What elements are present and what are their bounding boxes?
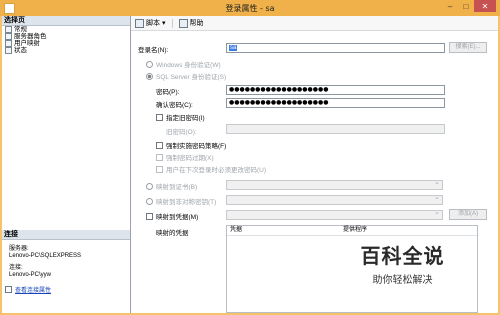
specify-old-password-checkbox[interactable] (156, 113, 163, 121)
server-label: 服务器: (9, 246, 29, 252)
login-name-label: 登录名(N): (138, 47, 169, 54)
add-button[interactable]: 添加(A) (449, 209, 487, 220)
enforce-policy-option[interactable]: 强制实施密码策略(F) (156, 140, 226, 150)
grid-header-row: 凭据 提供程序 (227, 226, 477, 236)
page-icon (5, 40, 12, 47)
connection-label: 连接: (9, 265, 23, 271)
map-certificate-radio[interactable] (146, 182, 153, 190)
minimize-button[interactable]: – (442, 0, 458, 12)
toolbar-separator (171, 18, 173, 28)
window-title: 登录属性 - sa (225, 4, 275, 13)
credential-dropdown[interactable] (226, 208, 443, 220)
left-pane: 选择页 常规 服务器角色 用户映射 状态 连接 服务器: Lenovo-PC\S… (2, 16, 131, 313)
must-change-option[interactable]: 用户在下次登录时必须更改密码(U) (156, 164, 266, 174)
help-button[interactable]: 帮助 (178, 18, 204, 28)
view-connection-properties-link[interactable]: 查看连接属性 (15, 285, 51, 294)
map-credential-checkbox[interactable] (146, 212, 153, 220)
asymmetric-key-dropdown[interactable] (226, 193, 443, 205)
watermark-title: 百科全说 (360, 244, 445, 268)
password-input[interactable]: ●●●●●●●●●●●●●●●●●●● (226, 85, 445, 95)
mapped-credentials-label: 映射的凭据 (156, 230, 189, 237)
enforce-expiry-option[interactable]: 强制密码过期(X) (156, 152, 214, 162)
search-button[interactable]: 搜索(E)... (449, 42, 487, 53)
confirm-password-label: 确认密码(C): (156, 102, 193, 109)
windows-auth-radio[interactable] (146, 60, 153, 68)
old-password-label: 旧密码(O): (166, 129, 197, 136)
connection-value: Lenovo-PC\yyw (9, 272, 52, 278)
grid-header-provider[interactable]: 提供程序 (340, 226, 367, 235)
chevron-down-icon: ▾ (162, 20, 166, 27)
confirm-password-input[interactable]: ●●●●●●●●●●●●●●●●●●● (226, 98, 445, 108)
page-general[interactable]: 常规 (2, 26, 130, 33)
page-status[interactable]: 状态 (2, 47, 130, 54)
sql-auth-option[interactable]: SQL Server 身份验证(S) (146, 71, 226, 81)
connection-properties-icon (5, 286, 12, 293)
map-credential-option[interactable]: 映射到凭据(M) (146, 211, 198, 221)
page-icon (5, 47, 12, 54)
password-label: 密码(P): (156, 89, 180, 96)
script-button[interactable]: 脚本 ▾ (135, 18, 166, 28)
connection-header: 连接 (2, 230, 130, 240)
help-icon (178, 18, 188, 28)
enforce-policy-checkbox[interactable] (156, 141, 163, 149)
sql-auth-radio[interactable] (146, 72, 153, 80)
close-button[interactable]: ✕ (474, 0, 496, 12)
old-password-input[interactable] (226, 124, 445, 134)
title-bar[interactable]: 登录属性 - sa – □ ✕ (0, 0, 500, 16)
enforce-expiry-checkbox[interactable] (156, 153, 163, 161)
watermark-subtitle: 助你轻松解决 (372, 275, 433, 286)
select-page-header: 选择页 (2, 16, 130, 26)
toolbar: 脚本 ▾ 帮助 (131, 16, 498, 31)
server-value: Lenovo-PC\SQLEXPRESS (9, 253, 82, 259)
window: 登录属性 - sa – □ ✕ 选择页 常规 服务器角色 用户映射 状态 连接 … (0, 0, 500, 315)
map-asymmetric-key-radio[interactable] (146, 197, 153, 205)
map-certificate-option[interactable]: 映射到证书(B) (146, 181, 197, 191)
must-change-checkbox[interactable] (156, 165, 163, 173)
script-icon (135, 18, 144, 28)
grid-header-credential[interactable]: 凭据 (227, 226, 340, 235)
certificate-dropdown[interactable] (226, 178, 443, 190)
page-icon (5, 26, 12, 33)
page-icon (5, 33, 12, 40)
watermark: 百科全说 助你轻松解决 (340, 240, 465, 292)
specify-old-password-option[interactable]: 指定旧密码(I) (156, 112, 205, 122)
connection-section: 连接 服务器: Lenovo-PC\SQLEXPRESS 连接: Lenovo-… (2, 230, 130, 294)
maximize-button[interactable]: □ (458, 0, 474, 12)
login-name-input[interactable]: sa (226, 43, 445, 53)
page-user-mapping[interactable]: 用户映射 (2, 40, 130, 47)
page-server-roles[interactable]: 服务器角色 (2, 33, 130, 40)
map-asymmetric-key-option[interactable]: 映射到非对称密钥(T) (146, 196, 216, 206)
windows-auth-option[interactable]: Windows 身份验证(W) (146, 59, 221, 69)
